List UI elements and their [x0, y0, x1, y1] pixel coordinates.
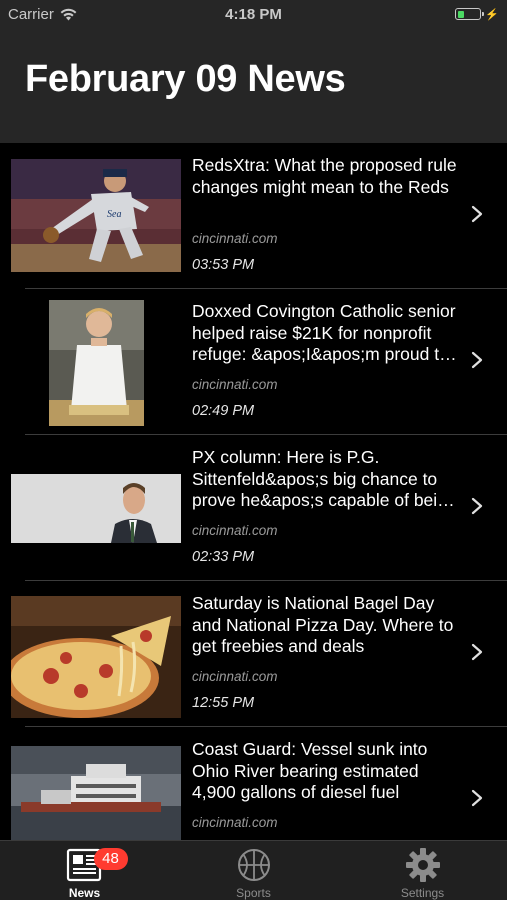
man-in-suit-image — [11, 474, 181, 543]
news-time: 03:53 PM — [192, 257, 255, 273]
chef-portrait-image — [49, 300, 144, 426]
chevron-right-icon — [471, 205, 483, 223]
newspaper-icon: 48 — [65, 846, 128, 884]
news-item[interactable]: PX column: Here is P.G. Sittenfeld&apos;… — [0, 435, 507, 581]
chevron-right-icon — [471, 789, 483, 807]
news-title: RedsXtra: What the proposed rule changes… — [192, 155, 457, 197]
tab-bar: 48 News Sports Settings — [0, 840, 507, 900]
news-time: 02:49 PM — [192, 403, 255, 419]
basketball-icon — [234, 846, 274, 884]
battery-level — [457, 10, 465, 18]
tab-label: Sports — [236, 886, 271, 900]
gear-icon — [403, 846, 443, 884]
news-source: cincinnati.com — [192, 231, 278, 246]
tab-label: Settings — [400, 886, 445, 900]
tab-sports[interactable]: Sports — [169, 841, 338, 900]
chevron-right-icon — [471, 497, 483, 515]
page-title: February 09 News — [25, 58, 346, 100]
news-time: 02:33 PM — [192, 549, 255, 565]
news-item[interactable]: Saturday is National Bagel Day and Natio… — [0, 581, 507, 727]
news-item[interactable]: Doxxed Covington Catholic senior helped … — [0, 289, 507, 435]
news-title: PX column: Here is P.G. Sittenfeld&apos;… — [192, 447, 457, 510]
chevron-right-icon — [471, 643, 483, 661]
charging-bolt-icon: ⚡ — [485, 8, 499, 21]
news-title: Saturday is National Bagel Day and Natio… — [192, 593, 454, 656]
news-item[interactable]: Sea RedsXtra: What the proposed rule cha… — [0, 143, 507, 289]
battery-icon — [455, 8, 485, 20]
status-left: Carrier — [8, 6, 178, 23]
chevron-right-icon — [471, 351, 483, 369]
news-list[interactable]: Sea RedsXtra: What the proposed rule cha… — [0, 143, 507, 840]
news-time: 12:55 PM — [192, 695, 255, 711]
river-boat-image — [11, 746, 181, 840]
tab-news[interactable]: 48 News — [0, 841, 169, 900]
carrier-label: Carrier — [8, 5, 54, 23]
wifi-icon — [60, 8, 77, 20]
news-source: cincinnati.com — [192, 523, 278, 538]
news-source: cincinnati.com — [192, 669, 278, 684]
pizza-image — [11, 596, 181, 718]
status-time: 4:18 PM — [225, 5, 282, 23]
news-source: cincinnati.com — [192, 815, 278, 830]
svg-text:Sea: Sea — [107, 209, 121, 220]
news-title: Coast Guard: Vessel sunk into Ohio River… — [192, 739, 428, 802]
notification-badge: 48 — [93, 848, 128, 870]
news-item[interactable]: Coast Guard: Vessel sunk into Ohio River… — [0, 727, 507, 840]
tab-label: News — [68, 886, 101, 900]
status-right: ⚡ — [329, 8, 499, 21]
tab-settings[interactable]: Settings — [338, 841, 507, 900]
news-source: cincinnati.com — [192, 377, 278, 392]
baseball-pitcher-image: Sea — [11, 159, 181, 272]
news-title: Doxxed Covington Catholic senior helped … — [192, 301, 456, 364]
status-bar: Carrier 4:18 PM ⚡ — [0, 0, 507, 28]
